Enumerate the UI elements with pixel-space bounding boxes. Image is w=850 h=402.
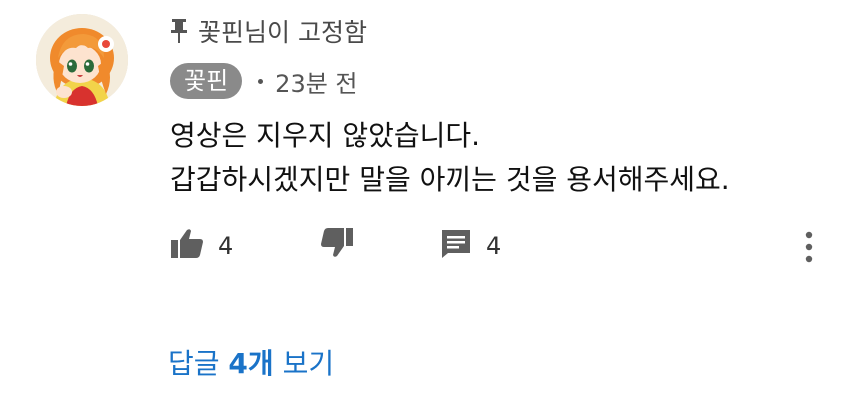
author-avatar[interactable] bbox=[36, 14, 128, 106]
author-name-badge[interactable]: 꽃핀 bbox=[170, 63, 243, 99]
view-replies-count: 4개 bbox=[228, 347, 274, 380]
reply-button[interactable]: 4 bbox=[440, 226, 501, 266]
comment-icon bbox=[440, 227, 472, 265]
pinned-indicator: 꽃핀님이 고정함 bbox=[170, 14, 367, 48]
pinned-comment: 꽃핀님이 고정함 꽃핀 23분 전 영상은 지우지 않았습니다. 갑갑하시겠지만… bbox=[0, 0, 850, 402]
thumbs-down-icon bbox=[320, 227, 354, 265]
thumbs-up-icon bbox=[170, 227, 204, 265]
comment-actions: 4 4 bbox=[170, 226, 813, 266]
author-row: 꽃핀 23분 전 bbox=[170, 62, 358, 100]
pinned-label: 꽃핀님이 고정함 bbox=[198, 18, 367, 47]
like-button[interactable]: 4 bbox=[170, 226, 233, 266]
reply-count: 4 bbox=[486, 232, 502, 260]
more-options-button[interactable] bbox=[802, 230, 816, 266]
comment-text: 영상은 지우지 않았습니다. 갑갑하시겠지만 말을 아끼는 것을 용서해주세요. bbox=[170, 114, 820, 202]
pin-icon bbox=[170, 18, 188, 44]
comment-line-1: 영상은 지우지 않았습니다. bbox=[170, 119, 481, 152]
comment-line-2: 갑갑하시겠지만 말을 아끼는 것을 용서해주세요. bbox=[170, 163, 730, 196]
anime-character-avatar-icon bbox=[36, 14, 128, 106]
view-replies-prefix: 답글 bbox=[168, 347, 229, 380]
more-vert-icon bbox=[802, 231, 816, 270]
view-replies-suffix: 보기 bbox=[273, 347, 335, 380]
like-count: 4 bbox=[218, 232, 234, 260]
separator-dot bbox=[258, 78, 264, 84]
view-replies-link[interactable]: 답글 4개 보기 bbox=[168, 342, 334, 382]
dislike-button[interactable] bbox=[320, 226, 354, 266]
comment-timestamp[interactable]: 23분 전 bbox=[275, 64, 357, 99]
